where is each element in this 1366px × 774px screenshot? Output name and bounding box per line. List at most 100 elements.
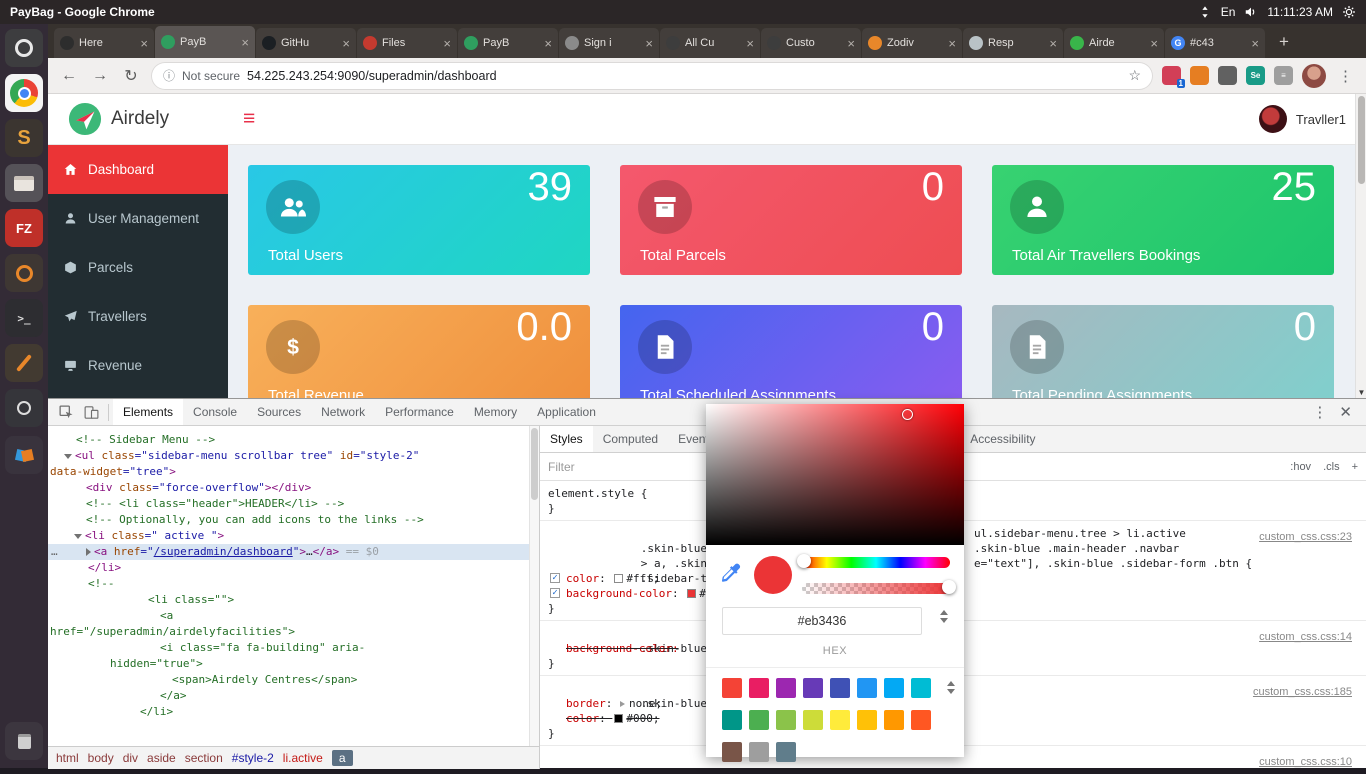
elements-code-line[interactable]: <!--	[48, 576, 539, 592]
browser-tab[interactable]: Airde×	[1064, 28, 1164, 58]
elements-code-line[interactable]: <!-- Optionally, you can add icons to th…	[48, 512, 539, 528]
twisty-icon[interactable]	[86, 548, 91, 556]
devtools-close-icon[interactable]: ✕	[1339, 403, 1352, 421]
keyboard-layout[interactable]: En	[1221, 5, 1236, 19]
elements-code-line[interactable]: <ul class="sidebar-menu scrollbar tree" …	[48, 448, 539, 464]
elements-scrollbar[interactable]	[529, 426, 539, 746]
inspect-element-icon[interactable]	[58, 404, 75, 421]
palette-swatch[interactable]	[830, 710, 850, 730]
ext-screenshot-icon[interactable]: 1	[1162, 66, 1181, 85]
selector-fragment[interactable]: e="text"], .skin-blue .sidebar-form .btn…	[974, 556, 1252, 571]
browser-tab[interactable]: GitHu×	[256, 28, 356, 58]
browser-tab[interactable]: Files×	[357, 28, 457, 58]
devtools-tab-console[interactable]: Console	[183, 399, 247, 425]
tab-close-icon[interactable]: ×	[1150, 37, 1158, 50]
palette-swatch[interactable]	[884, 710, 904, 730]
filezilla-icon[interactable]: FZ	[5, 209, 43, 247]
search-lens-icon[interactable]	[5, 29, 43, 67]
toggle-class-button[interactable]: .cls	[1323, 461, 1340, 473]
browser-tab[interactable]: Zodiv×	[862, 28, 962, 58]
twisty-icon[interactable]	[64, 454, 72, 459]
hue-slider-handle[interactable]	[797, 554, 811, 568]
tab-close-icon[interactable]: ×	[847, 37, 855, 50]
palette-swatch[interactable]	[911, 678, 931, 698]
breadcrumb-section[interactable]: section	[185, 751, 223, 765]
styles-tab-styles[interactable]: Styles	[540, 426, 593, 452]
terminal-icon[interactable]: >_	[5, 299, 43, 337]
palette-swatch[interactable]	[803, 678, 823, 698]
chrome-icon[interactable]	[5, 74, 43, 112]
session-gear-icon[interactable]	[1342, 5, 1356, 19]
volume-icon[interactable]	[1244, 5, 1258, 19]
sidebar-toggle-icon[interactable]: ≡	[243, 107, 255, 131]
devtools-tab-elements[interactable]: Elements	[113, 399, 183, 425]
elements-scrollbar-thumb[interactable]	[531, 428, 538, 500]
color-swatch[interactable]	[687, 589, 696, 598]
elements-code-line[interactable]: </li>	[48, 560, 539, 576]
clock[interactable]: 11:11:23 AM	[1267, 5, 1333, 19]
palette-swatch[interactable]	[776, 742, 796, 762]
new-style-rule-button[interactable]: +	[1352, 461, 1358, 473]
current-color-swatch[interactable]	[754, 556, 792, 594]
saturation-area[interactable]	[706, 404, 964, 545]
elements-code-line[interactable]: href="/superadmin/airdelyfacilities">	[48, 624, 539, 640]
browser-menu-icon[interactable]: ⋮	[1335, 67, 1356, 85]
elements-code-line[interactable]: <div class="force-overflow"></div>	[48, 480, 539, 496]
devtools-tab-network[interactable]: Network	[311, 399, 375, 425]
palette-swatch[interactable]	[803, 710, 823, 730]
palette-swatch[interactable]	[722, 710, 742, 730]
palette-spinner[interactable]	[947, 681, 955, 694]
breadcrumb-style-2[interactable]: #style-2	[232, 751, 274, 765]
bookmark-star-icon[interactable]: ☆	[1128, 67, 1141, 84]
sidebar-item-user-management[interactable]: User Management	[48, 194, 228, 243]
sidebar-item-parcels[interactable]: Parcels	[48, 243, 228, 292]
palette-swatch[interactable]	[776, 678, 796, 698]
page-scrollbar[interactable]: ▼	[1355, 94, 1366, 398]
forward-button[interactable]: →	[89, 67, 111, 85]
tab-close-icon[interactable]: ×	[948, 37, 956, 50]
browser-tab[interactable]: Here×	[54, 28, 154, 58]
elements-code-line[interactable]: </a>	[48, 688, 539, 704]
tab-close-icon[interactable]: ×	[140, 37, 148, 50]
alpha-slider-handle[interactable]	[942, 580, 956, 594]
ubuntu-software-icon[interactable]	[5, 254, 43, 292]
devtools-tab-memory[interactable]: Memory	[464, 399, 527, 425]
twisty-icon[interactable]	[74, 534, 82, 539]
tab-close-icon[interactable]: ×	[241, 36, 249, 49]
image-viewer-icon[interactable]	[5, 436, 43, 474]
devtools-tab-application[interactable]: Application	[527, 399, 606, 425]
palette-swatch[interactable]	[776, 710, 796, 730]
breadcrumb-aside[interactable]: aside	[147, 751, 176, 765]
palette-swatch[interactable]	[884, 678, 904, 698]
breadcrumb-div[interactable]: div	[123, 751, 138, 765]
screenshot-tool-icon[interactable]	[5, 389, 43, 427]
elements-code-line[interactable]: hidden="true">	[48, 656, 539, 672]
devtools-tab-sources[interactable]: Sources	[247, 399, 311, 425]
toggle-hover-button[interactable]: :hov	[1290, 461, 1311, 473]
browser-tab[interactable]: Resp×	[963, 28, 1063, 58]
elements-code-line[interactable]: <a	[48, 608, 539, 624]
alpha-slider[interactable]	[802, 583, 950, 594]
breadcrumb-html[interactable]: html	[56, 751, 79, 765]
trash-icon[interactable]	[5, 722, 43, 760]
scrollbar-down-icon[interactable]: ▼	[1356, 388, 1366, 397]
elements-code-line[interactable]: <i class="fa fa-building" aria-	[48, 640, 539, 656]
selector-fragment[interactable]: .skin-blue .main-header .navbar	[974, 541, 1179, 556]
hue-slider[interactable]	[802, 557, 950, 568]
url-text[interactable]: 54.225.243.254:9090/superadmin/dashboard	[247, 69, 1121, 83]
tab-close-icon[interactable]: ×	[443, 37, 451, 50]
reload-button[interactable]: ↻	[120, 66, 142, 86]
tab-close-icon[interactable]: ×	[544, 37, 552, 50]
tab-close-icon[interactable]: ×	[342, 37, 350, 50]
palette-swatch[interactable]	[749, 710, 769, 730]
elements-code-line[interactable]: <!-- <li class="header">HEADER</li> -->	[48, 496, 539, 512]
color-swatch[interactable]	[614, 574, 623, 583]
browser-tab[interactable]: All Cu×	[660, 28, 760, 58]
elements-code-line[interactable]: <li class=" active ">	[48, 528, 539, 544]
tab-close-icon[interactable]: ×	[1049, 37, 1057, 50]
text-editor-icon[interactable]	[5, 344, 43, 382]
ext-notes-icon[interactable]: ≡	[1274, 66, 1293, 85]
palette-swatch[interactable]	[722, 678, 742, 698]
sidebar-item-revenue[interactable]: Revenue	[48, 341, 228, 390]
user-menu[interactable]: Travller1	[1259, 105, 1346, 133]
